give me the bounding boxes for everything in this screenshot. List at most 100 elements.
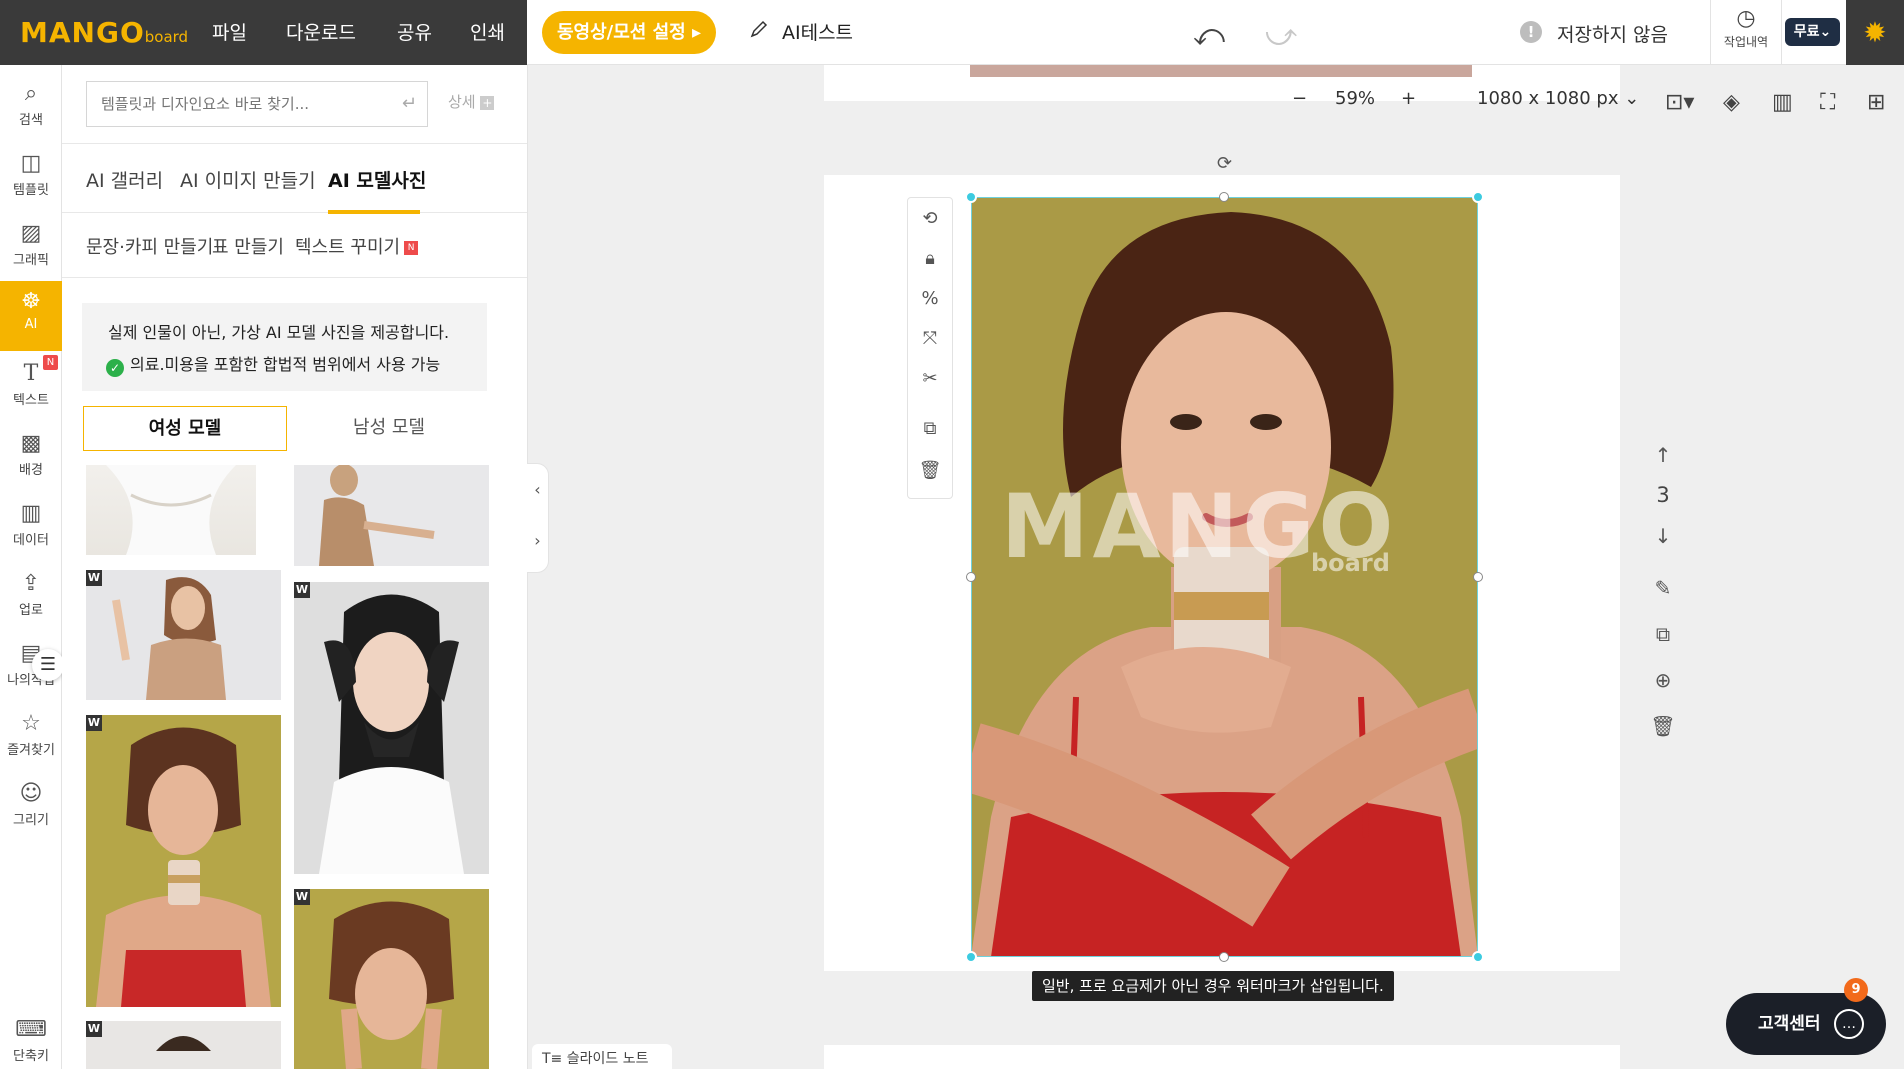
settings-gear-icon[interactable]: ✹ bbox=[1846, 0, 1904, 65]
rail-label: 그리기 bbox=[13, 813, 49, 828]
history-icon: ◷ bbox=[1736, 6, 1756, 31]
ai-model-notice: 실제 인물이 아닌, 가상 AI 모델 사진을 제공합니다. ✓ 의료.미용을 포… bbox=[82, 303, 487, 391]
warning-icon: ! bbox=[1520, 21, 1542, 43]
color-picker-icon[interactable]: ✎ bbox=[1648, 576, 1678, 600]
cut-icon[interactable]: ✂ bbox=[908, 368, 952, 389]
upload-icon: ⇪ bbox=[21, 571, 41, 596]
menu-share[interactable]: 공유 bbox=[397, 18, 432, 45]
rail-label: 그래픽 bbox=[13, 253, 49, 268]
rail-label: 배경 bbox=[19, 463, 43, 478]
mangoboard-logo[interactable]: MANGOboard bbox=[20, 16, 188, 49]
plan-dropdown[interactable]: 무료⌄ bbox=[1785, 18, 1840, 46]
undo-icon[interactable]: ⤺ bbox=[1193, 18, 1225, 53]
model-thumb-2[interactable] bbox=[294, 465, 489, 566]
resize-handle-top-right[interactable] bbox=[1472, 191, 1484, 203]
note-icon: T≡ bbox=[542, 1051, 567, 1067]
rail-item-graphic[interactable]: ▨ 그래픽 bbox=[0, 213, 62, 279]
rail-item-text[interactable]: T 텍스트 N bbox=[0, 353, 62, 419]
next-page[interactable] bbox=[824, 1045, 1620, 1069]
document-title[interactable]: AI테스트 bbox=[782, 18, 853, 45]
rotate-handle-icon[interactable]: ⟳ bbox=[1217, 153, 1232, 174]
model-thumb-7[interactable]: W bbox=[86, 1021, 281, 1069]
resize-handle-bottom-right[interactable] bbox=[1472, 951, 1484, 963]
rail-item-background[interactable]: ▩ 배경 bbox=[0, 423, 62, 489]
rail-item-favorites[interactable]: ☆ 즐겨찾기 bbox=[0, 703, 62, 769]
tab-copywriting[interactable]: 문장·카피 만들기 bbox=[86, 233, 213, 259]
rail-label: AI bbox=[24, 317, 38, 332]
plus-icon: + bbox=[480, 95, 495, 110]
resize-handle-top-left[interactable] bbox=[965, 191, 977, 203]
panel-collapse-handle[interactable]: ‹ › bbox=[527, 463, 549, 573]
rail-item-data[interactable]: ▥ 데이터 bbox=[0, 493, 62, 559]
history-button[interactable]: ◷ 작업내역 bbox=[1710, 0, 1782, 65]
zoom-value[interactable]: 59% bbox=[1335, 88, 1375, 109]
rail-item-ai[interactable]: ☸ AI bbox=[0, 281, 62, 351]
zoom-out-button[interactable]: − bbox=[1292, 88, 1307, 109]
rail-label: 검색 bbox=[19, 113, 43, 128]
menu-print[interactable]: 인쇄 bbox=[470, 18, 505, 45]
rail-item-template[interactable]: ◫ 템플릿 bbox=[0, 143, 62, 209]
page-size-icon[interactable]: ⊡▾ bbox=[1665, 90, 1694, 115]
rail-item-upload[interactable]: ⇪ 업로 bbox=[0, 563, 62, 629]
chat-icon[interactable]: … bbox=[1834, 1009, 1864, 1039]
page-number: 3 bbox=[1656, 483, 1670, 507]
rail-item-shortcuts[interactable]: ⌨ 단축키 bbox=[0, 1009, 62, 1069]
watermark-badge: W bbox=[294, 889, 310, 905]
enter-icon[interactable]: ↵ bbox=[402, 93, 417, 114]
model-thumb-5-selected[interactable]: W bbox=[86, 715, 281, 1007]
redo-icon[interactable]: ⤻ bbox=[1265, 18, 1297, 53]
copy-page-icon[interactable]: ⧉ bbox=[1648, 622, 1678, 646]
page-up-icon[interactable]: ↑ bbox=[1648, 443, 1678, 467]
ai-tabs: AI 갤러리 AI 이미지 만들기 AI 모델사진 bbox=[62, 143, 527, 214]
detail-search-button[interactable]: 상세 + bbox=[448, 91, 495, 112]
page-down-icon[interactable]: ↓ bbox=[1648, 524, 1678, 548]
slide-note-toggle[interactable]: T≡ 슬라이드 노트 bbox=[532, 1044, 672, 1069]
motion-settings-button[interactable]: 동영상/모션 설정 ▸ bbox=[542, 11, 716, 54]
search-input[interactable] bbox=[101, 82, 391, 126]
model-thumb-6[interactable]: W bbox=[294, 889, 489, 1069]
crop-icon[interactable]: ⤧ bbox=[908, 328, 952, 349]
model-thumb-3[interactable]: W bbox=[86, 570, 281, 700]
selection-box bbox=[971, 197, 1478, 957]
model-thumb-1[interactable] bbox=[86, 465, 256, 555]
grid-view-icon[interactable]: ⊞ bbox=[1867, 90, 1885, 115]
rail-item-search[interactable]: ⌕ 검색 bbox=[0, 73, 62, 139]
rail-label: 데이터 bbox=[13, 533, 49, 548]
rail-item-draw[interactable]: ☺ 그리기 bbox=[0, 773, 62, 839]
add-page-icon[interactable]: ⊕ bbox=[1648, 668, 1678, 692]
tab-ai-image[interactable]: AI 이미지 만들기 bbox=[180, 166, 316, 193]
canvas-size-dropdown[interactable]: 1080 x 1080 px ⌄ bbox=[1477, 88, 1639, 109]
chevron-right-icon[interactable]: › bbox=[527, 531, 548, 550]
menu-download[interactable]: 다운로드 bbox=[286, 18, 356, 45]
resize-handle-right[interactable] bbox=[1473, 572, 1483, 582]
resize-handle-top[interactable] bbox=[1219, 192, 1229, 202]
male-model-button[interactable]: 남성 모델 bbox=[287, 406, 491, 451]
chevron-left-icon[interactable]: ‹ bbox=[527, 480, 548, 499]
page-order-icon[interactable]: ▥ bbox=[1772, 90, 1793, 115]
history-label: 작업내역 bbox=[1723, 35, 1769, 49]
tab-ai-gallery[interactable]: AI 갤러리 bbox=[86, 166, 163, 193]
tab-text-decor[interactable]: 텍스트 꾸미기 N bbox=[295, 233, 419, 259]
resize-handle-bottom[interactable] bbox=[1219, 952, 1229, 962]
ai-model-panel: ↵ 상세 + AI 갤러리 AI 이미지 만들기 AI 모델사진 문장·카피 만… bbox=[62, 65, 528, 1069]
layers-icon[interactable]: ◈ bbox=[1723, 90, 1740, 115]
tab-table[interactable]: 표 만들기 bbox=[212, 233, 284, 259]
edit-pencil-icon[interactable] bbox=[750, 20, 768, 42]
zoom-in-button[interactable]: + bbox=[1401, 88, 1416, 109]
delete-icon[interactable]: 🗑︎ bbox=[908, 460, 952, 481]
tab-ai-model-photo[interactable]: AI 모델사진 bbox=[328, 166, 426, 193]
notice-line1: 실제 인물이 아닌, 가상 AI 모델 사진을 제공합니다. bbox=[108, 323, 450, 342]
replace-icon[interactable]: ⟲ bbox=[908, 208, 952, 229]
data-chart-icon: ▥ bbox=[20, 501, 42, 526]
fit-screen-icon[interactable]: ⛶ bbox=[1820, 90, 1835, 115]
menu-file[interactable]: 파일 bbox=[212, 18, 247, 45]
delete-page-icon[interactable]: 🗑︎ bbox=[1648, 714, 1678, 738]
duplicate-icon[interactable]: ⧉ bbox=[908, 418, 952, 439]
resize-handle-bottom-left[interactable] bbox=[965, 951, 977, 963]
transparency-icon[interactable]: % bbox=[908, 288, 952, 309]
model-thumb-4[interactable]: W bbox=[294, 582, 489, 874]
female-model-button[interactable]: 여성 모델 bbox=[83, 406, 287, 451]
list-toggle-icon[interactable]: ☰ bbox=[32, 649, 64, 681]
lock-icon[interactable]: 🔒︎ bbox=[908, 248, 952, 269]
resize-handle-left[interactable] bbox=[966, 572, 976, 582]
